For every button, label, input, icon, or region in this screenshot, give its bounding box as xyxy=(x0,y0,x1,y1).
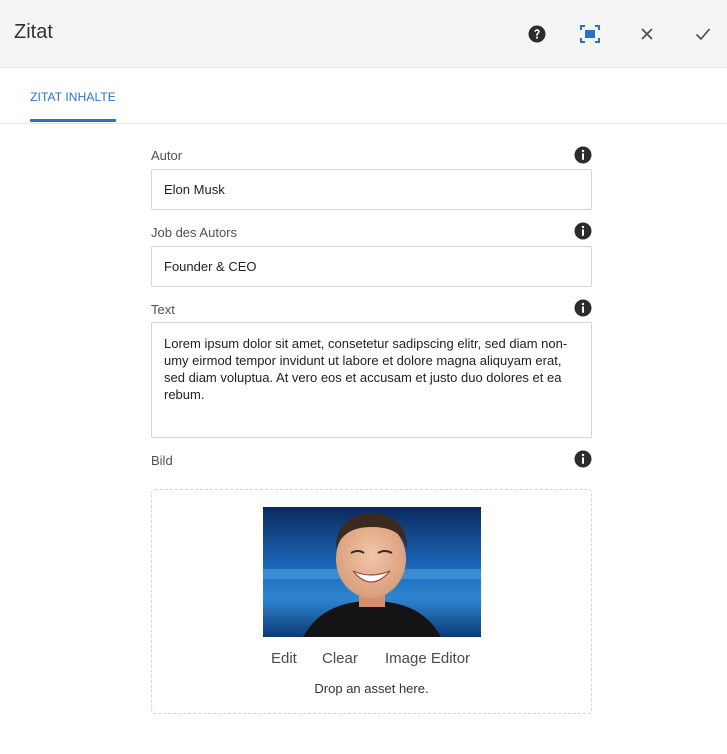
dialog: Zitat ZITAT INHALTE Autor Elon Musk Job … xyxy=(0,0,727,754)
image-label: Bild xyxy=(151,453,173,468)
active-tab-indicator xyxy=(30,119,116,122)
confirm-button[interactable] xyxy=(687,18,719,50)
author-input[interactable] xyxy=(151,169,592,210)
help-button[interactable] xyxy=(521,18,553,50)
author-label: Autor xyxy=(151,148,183,163)
job-input[interactable] xyxy=(151,246,592,287)
info-icon[interactable] xyxy=(574,146,592,164)
info-icon[interactable] xyxy=(574,222,592,240)
job-label: Job des Autors xyxy=(151,225,237,240)
edit-asset-link[interactable]: Edit xyxy=(271,650,297,667)
info-icon[interactable] xyxy=(574,299,592,317)
dialog-title: Zitat xyxy=(14,21,53,43)
info-icon[interactable] xyxy=(574,450,592,468)
text-label: Text xyxy=(151,302,175,317)
asset-thumbnail xyxy=(263,507,481,637)
tab-bar: ZITAT INHALTE xyxy=(0,68,727,124)
drop-hint: Drop an asset here. xyxy=(314,681,429,696)
fullscreen-button[interactable] xyxy=(574,18,606,50)
clear-asset-link[interactable]: Clear xyxy=(322,650,358,667)
image-editor-link[interactable]: Image Editor xyxy=(385,650,470,667)
close-button[interactable] xyxy=(631,18,663,50)
close-icon xyxy=(641,28,653,40)
text-textarea[interactable]: Lorem ipsum dolor sit amet, consetetur s… xyxy=(151,322,592,438)
tab-zitat-inhalte[interactable]: ZITAT INHALTE xyxy=(30,68,116,124)
question-circle-icon xyxy=(528,25,546,43)
dialog-titlebar: Zitat xyxy=(0,0,727,68)
fullscreen-icon xyxy=(580,25,600,43)
checkmark-icon xyxy=(695,28,711,41)
